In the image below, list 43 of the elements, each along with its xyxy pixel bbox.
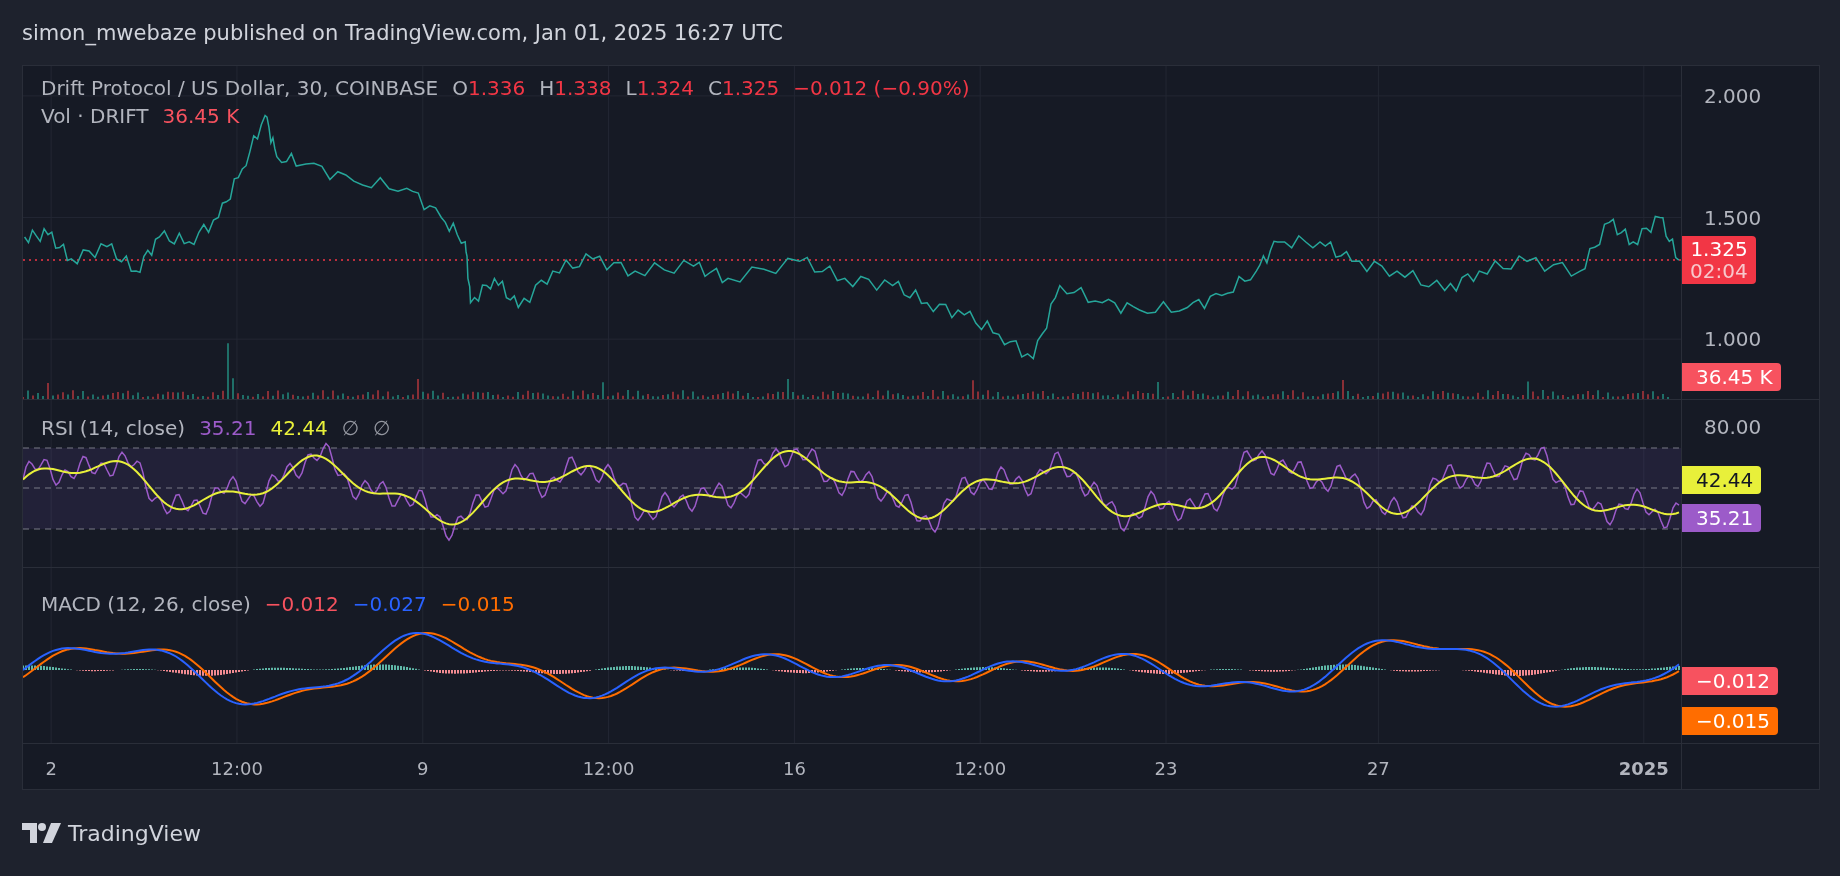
ohlc-value: 1.324 [636, 76, 694, 100]
rsi-value: ∅ [341, 416, 360, 440]
ohlc-value: 1.338 [554, 76, 612, 100]
volume-badge: 36.45 K [1682, 363, 1781, 391]
ohlc-value: 1.325 [721, 76, 780, 100]
symbol-title: Drift Protocol / US Dollar, 30, COINBASE [41, 76, 439, 100]
macd-value: −0.027 [352, 592, 427, 616]
time-label: 2 [45, 758, 57, 779]
rsi-value: 42.44 [270, 416, 328, 440]
rsi-scale-label: 80.00 [1704, 415, 1762, 439]
macd-title: MACD (12, 26, close) [41, 592, 251, 616]
macd-value: −0.015 [440, 592, 515, 616]
time-label: 16 [782, 758, 806, 779]
rsi-value: 35.21 [199, 416, 257, 440]
rsi-badge: 42.44 [1682, 466, 1762, 494]
volume-value: 36.45 K [162, 104, 240, 128]
price-scale-label: 2.000 [1704, 83, 1762, 108]
time-label: 23 [1154, 758, 1178, 779]
macd-value: −0.012 [264, 592, 339, 616]
time-label: 2025 [1618, 758, 1669, 779]
ohlc-label: H [539, 76, 555, 100]
rsi-value: ∅ [373, 416, 391, 440]
price-change: −0.012 (−0.90%) [793, 76, 970, 100]
ohlc-label: C [707, 76, 722, 100]
last-price-badge: 1.325 02:04 [1682, 236, 1756, 285]
price-scale-label: 1.500 [1704, 205, 1762, 230]
time-label: 27 [1366, 758, 1390, 779]
rsi-title: RSI (14, close) [41, 416, 186, 440]
macd-badge: −0.012 [1682, 667, 1778, 695]
brand-name: TradingView [68, 820, 201, 846]
time-label: 12:00 [582, 758, 635, 779]
time-label: 12:00 [211, 758, 263, 779]
logo-icon [22, 823, 62, 843]
time-label: 9 [417, 758, 429, 779]
time-label: 12:00 [954, 758, 1007, 779]
volume-title: Vol · DRIFT [41, 104, 149, 128]
price-scale-label: 1.000 [1704, 327, 1762, 352]
ohlc-label: L [625, 76, 637, 100]
rsi-badge: 35.21 [1682, 504, 1762, 532]
macd-badge: −0.015 [1682, 707, 1778, 735]
ohlc-label: O [452, 76, 468, 100]
publish-info: simon_mwebaze published on TradingView.com, Jan 01, 2025 16:27 UTC [22, 20, 783, 45]
ohlc-value: 1.336 [467, 76, 526, 100]
